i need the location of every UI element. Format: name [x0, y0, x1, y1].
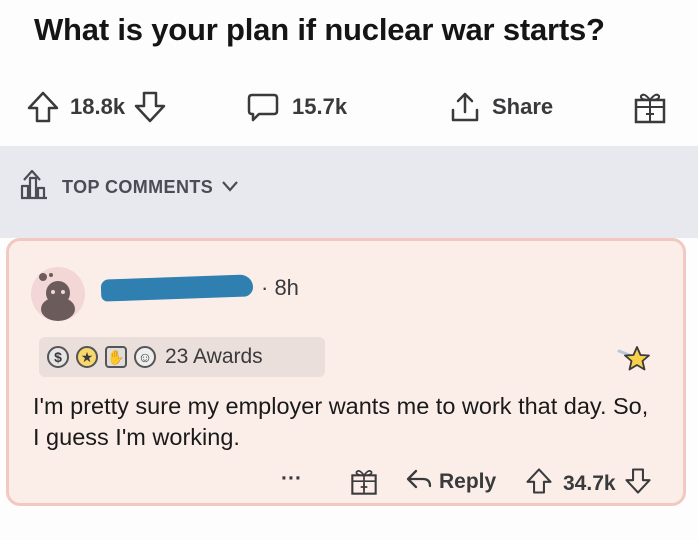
post-action-bar: 18.8k 15.7k Share — [0, 82, 698, 136]
hands-award-icon: ✋ — [105, 346, 127, 368]
share-button[interactable]: Share — [448, 90, 553, 124]
awards-bar[interactable]: $ ★ ✋ ☺ 23 Awards — [39, 337, 325, 377]
comment-vote-group: 34.7k — [525, 467, 652, 501]
upvote-icon[interactable] — [26, 90, 60, 124]
top-comments-icon — [18, 168, 52, 207]
face-award-icon: ☺ — [134, 346, 156, 368]
comment-body: I'm pretty sure my employer wants me to … — [33, 393, 649, 450]
avatar[interactable] — [31, 267, 85, 321]
post-vote-group: 18.8k — [26, 90, 167, 124]
gift-icon — [632, 90, 668, 126]
post-title: What is your plan if nuclear war starts? — [34, 12, 605, 47]
comment-vote-count: 34.7k — [563, 472, 616, 495]
share-label: Share — [492, 94, 554, 119]
gift-button[interactable] — [632, 90, 668, 126]
star-icon — [615, 343, 655, 382]
silver-award-icon: $ — [47, 346, 69, 368]
chevron-down-icon — [221, 177, 239, 198]
post-upvote-count: 18.8k — [70, 94, 126, 119]
comment-author: · 8h — [100, 274, 299, 302]
comment-icon — [246, 90, 280, 124]
top-comments-label: TOP COMMENTS — [62, 177, 214, 197]
reply-button[interactable]: Reply — [405, 467, 496, 497]
more-options-label: ··· — [281, 467, 302, 490]
reply-icon — [405, 467, 433, 497]
comment-card: · 8h $ ★ ✋ ☺ 23 Awards I'm pretty sure m… — [6, 238, 686, 506]
awards-count: 23 Awards — [165, 345, 263, 368]
downvote-icon[interactable] — [133, 90, 167, 124]
gold-award-icon: ★ — [76, 346, 98, 368]
reply-label: Reply — [439, 470, 497, 493]
downvote-icon[interactable] — [624, 467, 652, 501]
gift-icon — [349, 467, 379, 503]
upvote-icon[interactable] — [525, 467, 553, 501]
comment-more-button[interactable]: ··· — [281, 467, 302, 491]
share-icon — [448, 90, 482, 124]
comments-button[interactable]: 15.7k — [246, 90, 347, 124]
comment-age: · 8h — [261, 275, 299, 300]
comment-gift-button[interactable] — [349, 467, 379, 503]
comment-count: 15.7k — [292, 94, 348, 119]
redacted-username — [100, 274, 254, 302]
top-comments-sort[interactable]: TOP COMMENTS — [18, 168, 239, 207]
